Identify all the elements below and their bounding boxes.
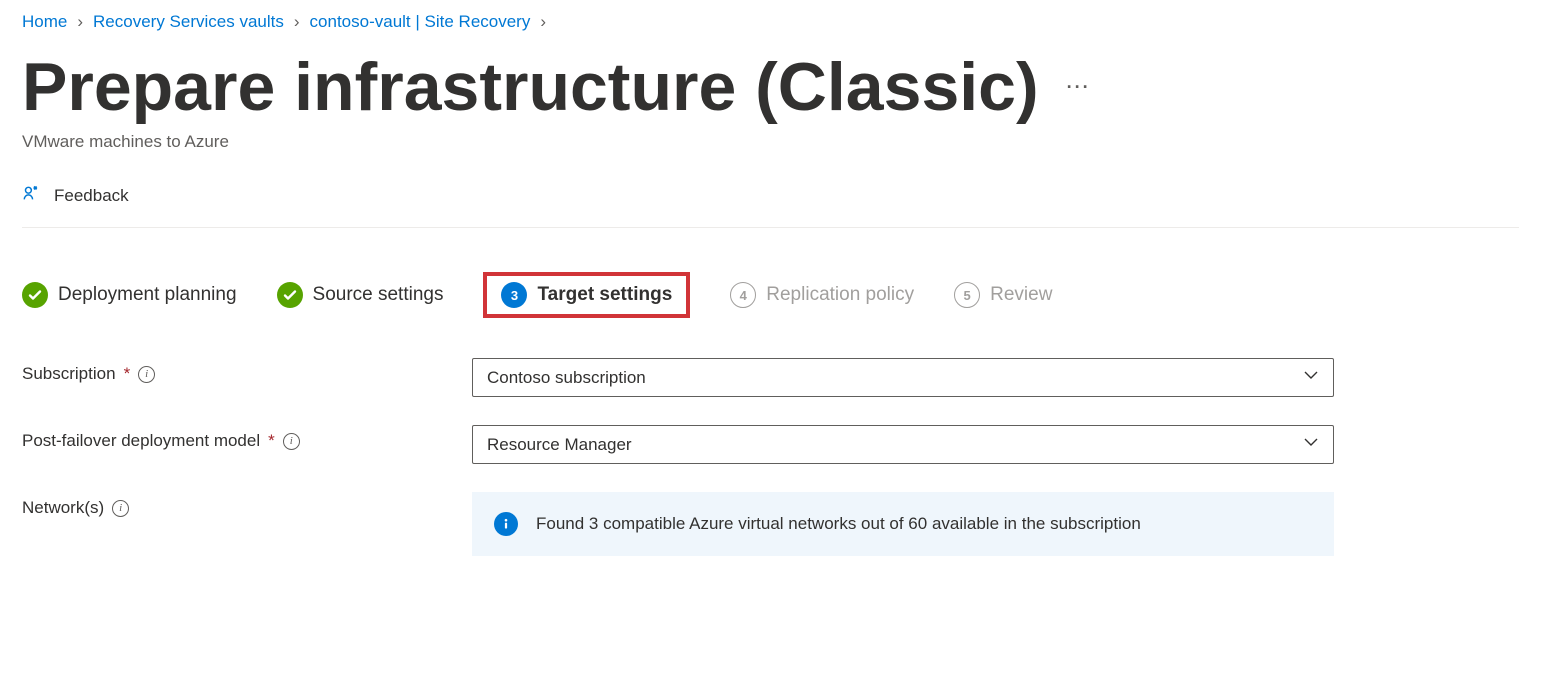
page-title: Prepare infrastructure (Classic) (22, 48, 1039, 126)
step-deployment-planning[interactable]: Deployment planning (22, 282, 237, 308)
chevron-right-icon: › (77, 12, 83, 32)
breadcrumb: Home › Recovery Services vaults › contos… (22, 12, 1519, 32)
step-number-icon: 4 (730, 282, 756, 308)
row-networks: Network(s) i Found 3 compatible Azure vi… (22, 492, 1352, 556)
step-source-settings[interactable]: Source settings (277, 282, 444, 308)
networks-info-banner: Found 3 compatible Azure virtual network… (472, 492, 1334, 556)
step-label: Deployment planning (58, 284, 237, 306)
step-target-settings[interactable]: 3 Target settings (483, 272, 690, 318)
row-subscription: Subscription * i Contoso subscription (22, 358, 1352, 397)
banner-text: Found 3 compatible Azure virtual network… (536, 514, 1141, 534)
row-deployment-model: Post-failover deployment model * i Resou… (22, 425, 1352, 464)
deployment-model-select[interactable]: Resource Manager (472, 425, 1334, 464)
toolbar: Feedback (22, 182, 1519, 228)
breadcrumb-vault-recovery[interactable]: contoso-vault | Site Recovery (310, 12, 531, 32)
step-number-icon: 3 (501, 282, 527, 308)
step-review[interactable]: 5 Review (954, 282, 1052, 308)
info-icon[interactable]: i (283, 433, 300, 450)
more-actions-button[interactable]: ··· (1067, 77, 1091, 98)
required-indicator: * (268, 431, 275, 451)
breadcrumb-vaults[interactable]: Recovery Services vaults (93, 12, 284, 32)
form: Subscription * i Contoso subscription Po… (22, 358, 1352, 556)
check-icon (277, 282, 303, 308)
select-value: Contoso subscription (487, 368, 646, 388)
step-number-icon: 5 (954, 282, 980, 308)
check-icon (22, 282, 48, 308)
chevron-right-icon: › (540, 12, 546, 32)
page-subtitle: VMware machines to Azure (22, 132, 1519, 152)
label-networks: Network(s) i (22, 492, 472, 518)
info-icon[interactable]: i (138, 366, 155, 383)
label-text: Post-failover deployment model (22, 431, 260, 451)
info-icon[interactable]: i (112, 500, 129, 517)
page-title-row: Prepare infrastructure (Classic) ··· (22, 48, 1519, 126)
breadcrumb-home[interactable]: Home (22, 12, 67, 32)
step-label: Review (990, 284, 1052, 306)
control-networks: Found 3 compatible Azure virtual network… (472, 492, 1334, 556)
select-value: Resource Manager (487, 435, 632, 455)
wizard-steps: Deployment planning Source settings 3 Ta… (22, 272, 1519, 318)
feedback-label: Feedback (54, 186, 129, 206)
label-text: Network(s) (22, 498, 104, 518)
control-deployment-model: Resource Manager (472, 425, 1334, 464)
label-deployment-model: Post-failover deployment model * i (22, 425, 472, 451)
step-label: Source settings (313, 284, 444, 306)
control-subscription: Contoso subscription (472, 358, 1334, 397)
label-subscription: Subscription * i (22, 358, 472, 384)
feedback-icon (22, 182, 44, 209)
required-indicator: * (124, 364, 131, 384)
chevron-down-icon (1303, 367, 1319, 388)
step-replication-policy[interactable]: 4 Replication policy (730, 282, 914, 308)
step-label: Target settings (537, 284, 672, 306)
feedback-button[interactable]: Feedback (22, 182, 129, 209)
subscription-select[interactable]: Contoso subscription (472, 358, 1334, 397)
chevron-down-icon (1303, 434, 1319, 455)
info-icon (494, 512, 518, 536)
step-label: Replication policy (766, 284, 914, 306)
label-text: Subscription (22, 364, 116, 384)
chevron-right-icon: › (294, 12, 300, 32)
